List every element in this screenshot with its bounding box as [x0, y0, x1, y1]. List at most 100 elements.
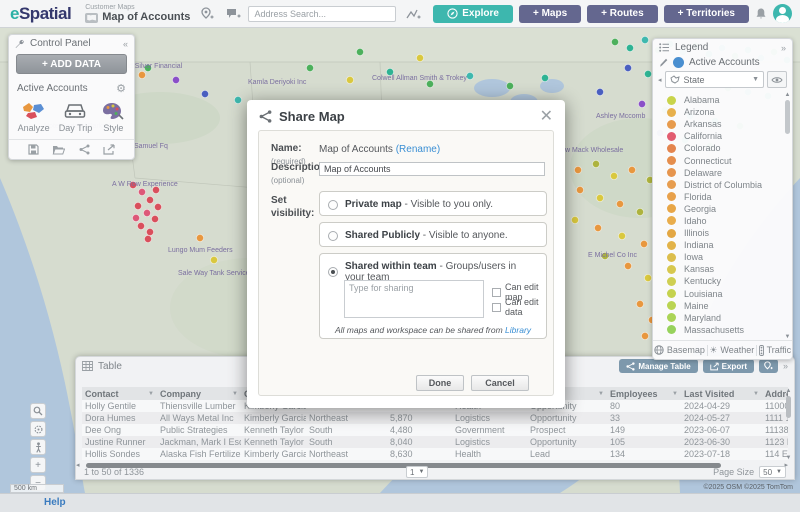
- column-header[interactable]: Company▼: [157, 387, 241, 400]
- add-territories-button[interactable]: + Territories: [664, 5, 749, 23]
- share-map-icon[interactable]: [79, 144, 90, 155]
- legend-state-item[interactable]: California: [667, 130, 790, 142]
- map-data-point[interactable]: [196, 234, 203, 241]
- map-pin-plus-icon[interactable]: [198, 6, 216, 22]
- help-link[interactable]: Help: [44, 497, 66, 508]
- legend-state-item[interactable]: Arizona: [667, 106, 790, 118]
- legend-state-item[interactable]: Illinois: [667, 227, 790, 239]
- map-data-point[interactable]: [306, 64, 313, 71]
- save-map-icon[interactable]: [28, 144, 39, 155]
- collapse-left-icon[interactable]: «: [123, 39, 128, 49]
- legend-state-item[interactable]: Massachusetts: [667, 324, 790, 336]
- map-data-point[interactable]: [636, 208, 643, 215]
- map-data-point[interactable]: [416, 54, 423, 61]
- map-data-point[interactable]: [138, 188, 145, 195]
- team-share-input[interactable]: [344, 280, 484, 318]
- map-data-point[interactable]: [134, 202, 141, 209]
- map-data-point[interactable]: [576, 186, 583, 193]
- visibility-option-public[interactable]: Shared Publicly - Visible to anyone.: [319, 222, 547, 247]
- column-header[interactable]: Last Visited▼: [681, 387, 762, 400]
- legend-state-item[interactable]: Kentucky: [667, 275, 790, 287]
- map-data-point[interactable]: [626, 44, 633, 51]
- map-data-point[interactable]: [644, 70, 651, 77]
- map-data-point[interactable]: [592, 160, 599, 167]
- page-size-select[interactable]: 50 ▼: [759, 466, 786, 478]
- basemap-button[interactable]: Basemap: [654, 345, 705, 355]
- map-data-point[interactable]: [571, 216, 578, 223]
- zoom-in-button[interactable]: +: [30, 457, 46, 473]
- street-view-pegman-button[interactable]: [30, 439, 46, 455]
- map-data-point[interactable]: [616, 200, 623, 207]
- legend-state-item[interactable]: Georgia: [667, 203, 790, 215]
- table-collapse-icon[interactable]: »: [783, 361, 788, 371]
- map-data-point[interactable]: [466, 72, 473, 79]
- cancel-button[interactable]: Cancel: [471, 375, 529, 391]
- map-data-point[interactable]: [138, 71, 145, 78]
- pin-rows-button[interactable]: [759, 359, 778, 373]
- day-trip-tool[interactable]: Day Trip: [59, 101, 93, 133]
- map-data-point[interactable]: [541, 74, 548, 81]
- map-data-point[interactable]: [210, 256, 217, 263]
- table-row[interactable]: Dora HumesAll Ways Metal IncKimberly Gar…: [82, 412, 788, 424]
- map-data-point[interactable]: [151, 215, 158, 222]
- description-input[interactable]: [319, 162, 545, 176]
- scroll-up-icon[interactable]: ▲: [784, 92, 791, 98]
- map-data-point[interactable]: [628, 166, 635, 173]
- close-icon[interactable]: ✕: [540, 110, 553, 124]
- legend-scrollbar[interactable]: ▲ ▼: [784, 92, 791, 340]
- legend-state-item[interactable]: Louisiana: [667, 288, 790, 300]
- address-search-input[interactable]: [248, 6, 396, 22]
- library-link[interactable]: Library: [505, 325, 531, 335]
- map-data-point[interactable]: [624, 64, 631, 71]
- analyze-tool[interactable]: Analyze: [18, 101, 50, 133]
- map-data-point[interactable]: [640, 240, 647, 247]
- map-data-point[interactable]: [594, 224, 601, 231]
- map-data-point[interactable]: [644, 274, 651, 281]
- map-data-point[interactable]: [574, 166, 581, 173]
- radio-public[interactable]: [328, 231, 338, 241]
- open-map-folder-icon[interactable]: [52, 144, 65, 155]
- map-data-point[interactable]: [144, 235, 151, 242]
- export-map-icon[interactable]: [103, 144, 115, 155]
- map-data-point[interactable]: [618, 232, 625, 239]
- column-header[interactable]: Employees▼: [607, 387, 681, 400]
- legend-state-item[interactable]: Florida: [667, 191, 790, 203]
- add-maps-button[interactable]: + Maps: [519, 5, 581, 23]
- can-edit-data-option[interactable]: Can edit data: [492, 297, 546, 317]
- route-plus-icon[interactable]: [404, 6, 422, 22]
- map-data-point[interactable]: [611, 38, 618, 45]
- can-edit-data-checkbox[interactable]: [492, 303, 501, 312]
- visibility-eye-button[interactable]: [767, 71, 787, 88]
- map-data-point[interactable]: [641, 332, 648, 339]
- map-data-point[interactable]: [143, 209, 150, 216]
- legend-state-item[interactable]: Colorado: [667, 142, 790, 154]
- map-data-point[interactable]: [638, 100, 645, 107]
- legend-state-item[interactable]: District of Columbia: [667, 179, 790, 191]
- legend-state-item[interactable]: Idaho: [667, 215, 790, 227]
- legend-state-item[interactable]: Connecticut: [667, 154, 790, 166]
- map-data-point[interactable]: [234, 96, 241, 103]
- edit-style-pencil-icon[interactable]: [659, 58, 668, 68]
- style-tool[interactable]: Style: [101, 101, 125, 133]
- table-row[interactable]: Justine RunnerJackman, Mark I EsqKenneth…: [82, 436, 788, 448]
- collapse-right-icon[interactable]: »: [781, 43, 786, 53]
- map-data-point[interactable]: [636, 300, 643, 307]
- column-header[interactable]: Contact▼: [82, 387, 157, 400]
- map-data-point[interactable]: [132, 214, 139, 221]
- map-data-point[interactable]: [201, 90, 208, 97]
- map-data-point[interactable]: [356, 48, 363, 55]
- add-data-button[interactable]: + ADD DATA: [16, 54, 127, 74]
- can-edit-map-checkbox[interactable]: [492, 288, 501, 297]
- table-vertical-scrollbar[interactable]: ▲ ▼: [785, 388, 792, 461]
- scroll-down-icon[interactable]: ▼: [784, 334, 791, 340]
- table-row[interactable]: Hollis SondesAlaska Fish Fertilizer...Ki…: [82, 448, 788, 460]
- done-button[interactable]: Done: [416, 375, 464, 391]
- legend-state-item[interactable]: Delaware: [667, 167, 790, 179]
- map-data-point[interactable]: [146, 196, 153, 203]
- legend-state-item[interactable]: Alabama: [667, 94, 790, 106]
- label-plus-icon[interactable]: [224, 6, 242, 22]
- radio-team[interactable]: [328, 267, 338, 277]
- map-data-point[interactable]: [624, 262, 631, 269]
- legend-state-item[interactable]: Kansas: [667, 263, 790, 275]
- notifications-bell-icon[interactable]: [755, 7, 767, 20]
